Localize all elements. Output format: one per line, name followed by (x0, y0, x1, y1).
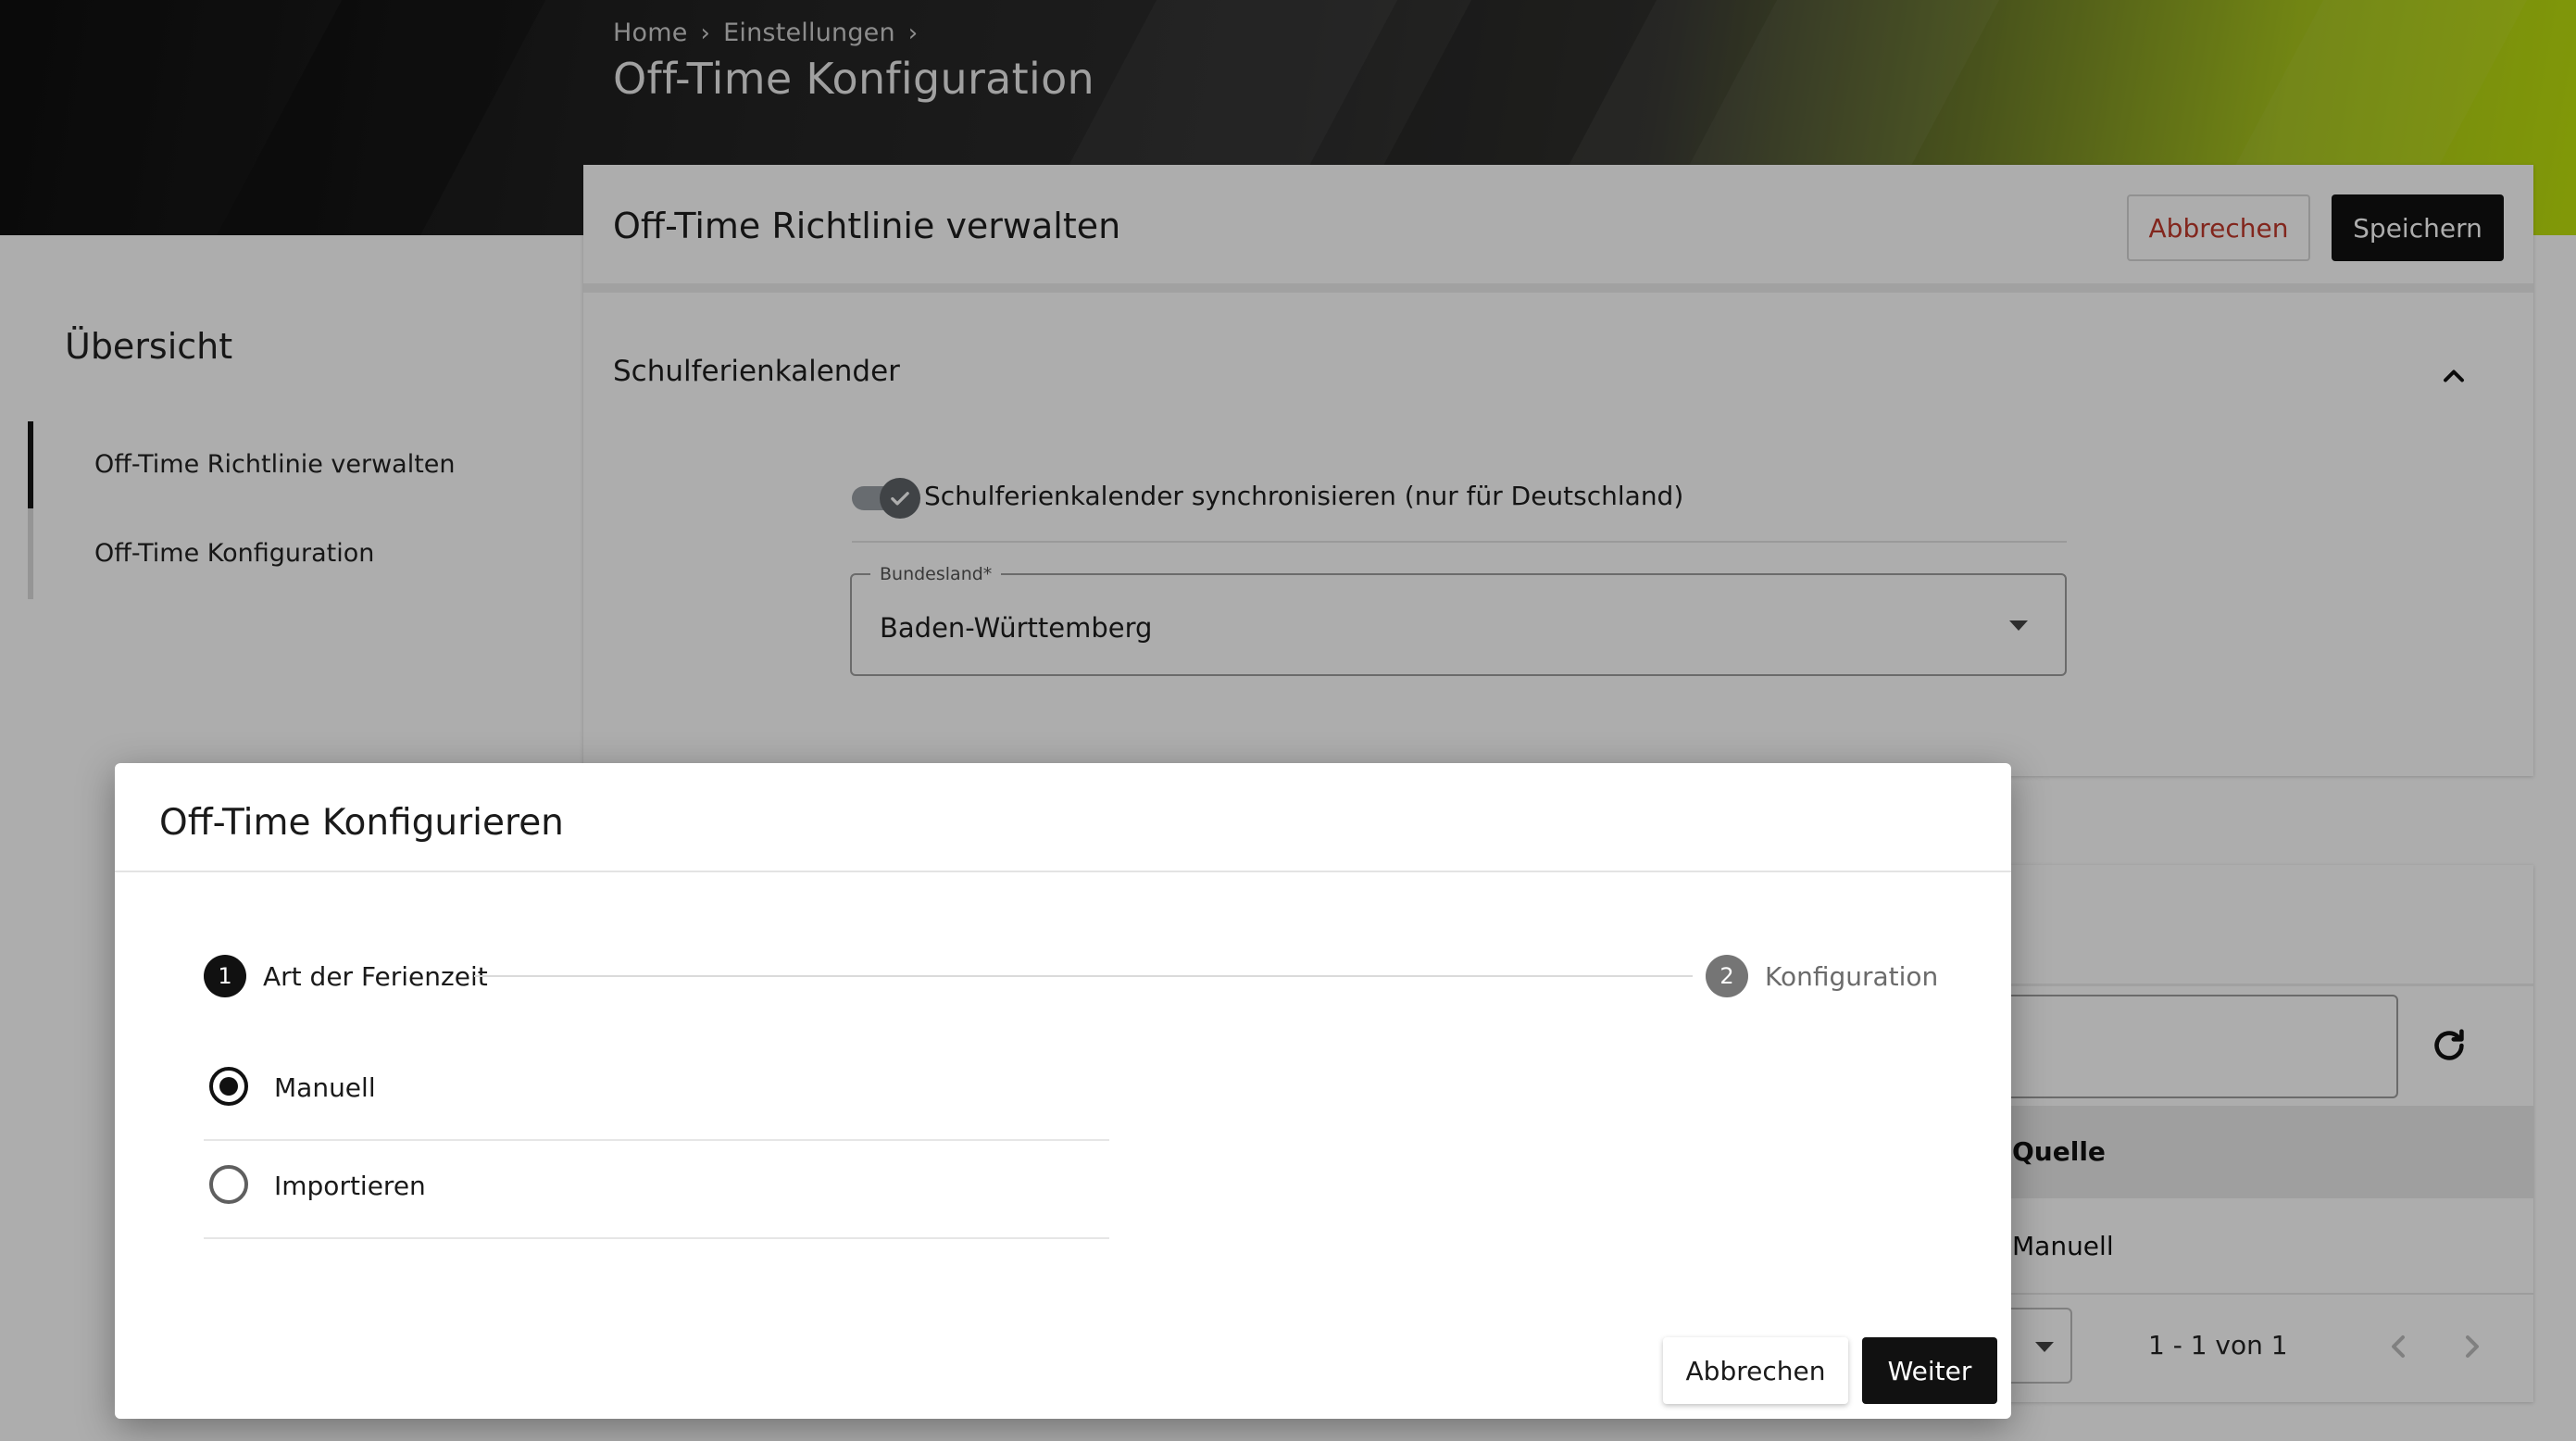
step-2-indicator: 2 (1706, 955, 1748, 997)
step-2-label: Konfiguration (1765, 961, 1939, 992)
radio-importieren[interactable] (209, 1165, 248, 1204)
off-time-dialog: Off-Time Konfigurieren 1 Art der Ferienz… (115, 763, 2011, 1419)
radio-manuell-label[interactable]: Manuell (274, 1072, 376, 1103)
step-1-label: Art der Ferienzeit (263, 961, 488, 992)
stepper-line (474, 975, 1693, 977)
divider (115, 871, 2011, 872)
dialog-next-button[interactable]: Weiter (1862, 1337, 1997, 1404)
radio-manuell[interactable] (209, 1067, 248, 1106)
divider (204, 1237, 1109, 1239)
divider (204, 1139, 1109, 1141)
step-1-indicator: 1 (204, 955, 246, 997)
dialog-cancel-button[interactable]: Abbrechen (1663, 1337, 1848, 1404)
radio-importieren-label[interactable]: Importieren (274, 1171, 426, 1201)
dialog-title: Off-Time Konfigurieren (159, 802, 564, 844)
radio-selected-dot (219, 1077, 238, 1096)
